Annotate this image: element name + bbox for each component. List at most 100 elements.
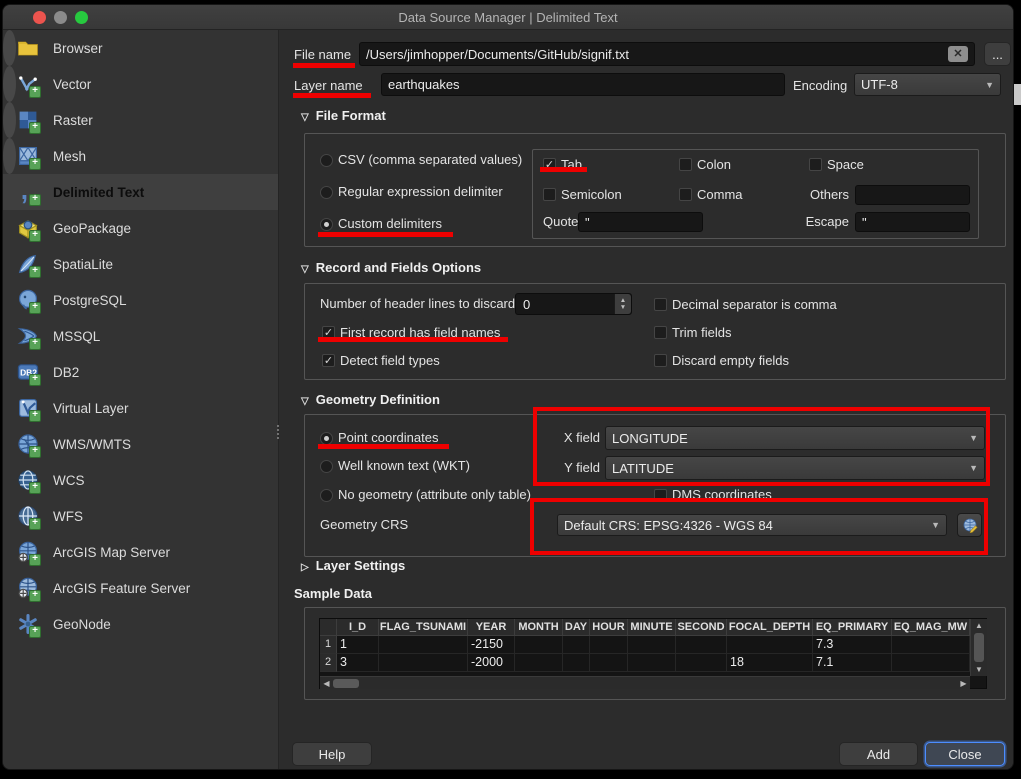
sidebar-item-delimited-text[interactable]: , Delimited Text <box>3 174 278 210</box>
sidebar-item-postgresql[interactable]: PostgreSQL <box>3 282 278 318</box>
table-cell[interactable] <box>676 636 727 654</box>
table-horizontal-scrollbar[interactable]: ◀ ▶ <box>320 676 970 689</box>
table-cell[interactable] <box>515 654 563 672</box>
table-row[interactable]: 23 -2000 187.1 <box>320 654 970 672</box>
table-column-header[interactable]: MONTH <box>515 619 563 636</box>
clear-file-name-icon[interactable]: ✕ <box>948 46 968 62</box>
detect-field-types-checkbox[interactable]: ✓ <box>322 354 335 367</box>
encoding-select[interactable]: UTF-8▼ <box>854 73 1001 96</box>
postgresql-icon <box>16 288 40 312</box>
sidebar-item-db2[interactable]: DB2 DB2 <box>3 354 278 390</box>
geopackage-icon <box>16 216 40 240</box>
table-column-header[interactable]: FLAG_TSUNAMI <box>379 619 468 636</box>
table-cell[interactable] <box>563 636 590 654</box>
help-button[interactable]: Help <box>292 742 372 766</box>
decimal-separator-checkbox[interactable] <box>654 298 667 311</box>
table-cell[interactable]: 18 <box>727 654 813 672</box>
wkt-radio[interactable] <box>320 460 333 473</box>
close-button[interactable]: Close <box>925 742 1005 766</box>
table-column-header[interactable]: FOCAL_DEPTH <box>727 619 813 636</box>
no-geometry-radio[interactable] <box>320 489 333 502</box>
sidebar-item-mssql[interactable]: MSSQL <box>3 318 278 354</box>
table-column-header[interactable]: MINUTE <box>628 619 676 636</box>
semicolon-checkbox[interactable] <box>543 188 556 201</box>
add-button[interactable]: Add <box>839 742 918 766</box>
comma-checkbox[interactable] <box>679 188 692 201</box>
table-cell[interactable] <box>628 654 676 672</box>
scroll-right-icon[interactable]: ▶ <box>957 679 970 688</box>
table-column-header[interactable]: SECOND <box>676 619 727 636</box>
browse-file-button[interactable]: ... <box>984 42 1011 66</box>
table-cell[interactable] <box>892 636 970 654</box>
sidebar-item-mesh[interactable]: Mesh <box>3 138 16 174</box>
custom-delimiters-radio[interactable] <box>320 218 333 231</box>
sidebar-item-spatialite[interactable]: SpatiaLite <box>3 246 278 282</box>
sidebar-item-vector[interactable]: Vector <box>3 66 16 102</box>
table-vertical-scrollbar[interactable]: ▲ ▼ <box>970 619 987 676</box>
file-name-input[interactable]: /Users/jimhopper/Documents/GitHub/signif… <box>359 42 975 66</box>
escape-input[interactable]: " <box>855 212 970 232</box>
layer-settings-header[interactable]: ▷Layer Settings <box>301 558 405 574</box>
csv-radio[interactable] <box>320 154 333 167</box>
table-cell[interactable] <box>727 636 813 654</box>
table-cell[interactable]: -2150 <box>468 636 515 654</box>
others-input[interactable] <box>855 185 970 205</box>
minimize-window-button[interactable] <box>54 11 67 24</box>
sidebar-item-geopackage[interactable]: GeoPackage <box>3 210 278 246</box>
sidebar-item-browser[interactable]: Browser <box>3 30 16 66</box>
table-column-header[interactable]: I_D <box>337 619 379 636</box>
sidebar-item-arcgis-map-server[interactable]: ArcGIS Map Server <box>3 534 278 570</box>
trim-fields-checkbox[interactable] <box>654 326 667 339</box>
quote-input[interactable]: " <box>578 212 703 232</box>
discard-empty-fields-checkbox[interactable] <box>654 354 667 367</box>
space-checkbox[interactable] <box>809 158 822 171</box>
spinner-arrows-icon[interactable]: ▲▼ <box>614 294 631 314</box>
regex-delimiter-radio[interactable] <box>320 186 333 199</box>
sidebar-item-wms-wmts[interactable]: WMS/WMTS <box>3 426 278 462</box>
detect-field-types-label: Detect field types <box>340 353 440 369</box>
table-cell[interactable] <box>515 636 563 654</box>
scroll-up-icon[interactable]: ▲ <box>971 619 987 632</box>
table-column-header[interactable]: HOUR <box>590 619 628 636</box>
table-cell[interactable] <box>590 636 628 654</box>
close-window-button[interactable] <box>33 11 46 24</box>
table-cell[interactable] <box>676 654 727 672</box>
table-column-header[interactable]: EQ_MAG_MW <box>892 619 970 636</box>
comma-checkbox-label: Comma <box>697 187 743 203</box>
table-cell[interactable]: 7.1 <box>813 654 892 672</box>
sidebar-item-wfs[interactable]: WFS <box>3 498 278 534</box>
table-cell[interactable]: 7.3 <box>813 636 892 654</box>
table-cell[interactable] <box>379 636 468 654</box>
record-fields-header[interactable]: ▽Record and Fields Options <box>301 260 481 276</box>
sidebar-item-arcgis-feature-server[interactable]: ArcGIS Feature Server <box>3 570 278 606</box>
sidebar-item-raster[interactable]: Raster <box>3 102 16 138</box>
table-cell[interactable] <box>892 654 970 672</box>
table-cell[interactable]: -2000 <box>468 654 515 672</box>
table-column-header[interactable]: YEAR <box>468 619 515 636</box>
scroll-left-icon[interactable]: ◀ <box>320 679 333 688</box>
table-column-header[interactable]: DAY <box>563 619 590 636</box>
table-cell[interactable] <box>590 654 628 672</box>
table-cell[interactable]: 3 <box>337 654 379 672</box>
sidebar-item-geonode[interactable]: GeoNode <box>3 606 278 642</box>
zoom-window-button[interactable] <box>75 11 88 24</box>
table-row[interactable]: 11 -2150 7.3 <box>320 636 970 654</box>
file-format-header[interactable]: ▽File Format <box>301 108 386 124</box>
sidebar-item-wcs[interactable]: WCS <box>3 462 278 498</box>
table-cell[interactable] <box>563 654 590 672</box>
layer-name-input[interactable]: earthquakes <box>381 73 785 96</box>
header-lines-spinbox[interactable]: 0 ▲▼ <box>515 293 632 315</box>
row-number-cell[interactable]: 1 <box>320 636 337 654</box>
row-number-cell[interactable]: 2 <box>320 654 337 672</box>
table-cell[interactable]: 1 <box>337 636 379 654</box>
table-corner-cell <box>320 619 337 636</box>
geometry-definition-header[interactable]: ▽Geometry Definition <box>301 392 440 408</box>
scroll-down-icon[interactable]: ▼ <box>971 663 987 676</box>
escape-label: Escape <box>805 214 849 230</box>
table-cell[interactable] <box>628 636 676 654</box>
table-cell[interactable] <box>379 654 468 672</box>
table-column-header[interactable]: EQ_PRIMARY <box>813 619 892 636</box>
colon-checkbox[interactable] <box>679 158 692 171</box>
sidebar-item-virtual-layer[interactable]: Virtual Layer <box>3 390 278 426</box>
svg-text:DB2: DB2 <box>20 368 37 378</box>
